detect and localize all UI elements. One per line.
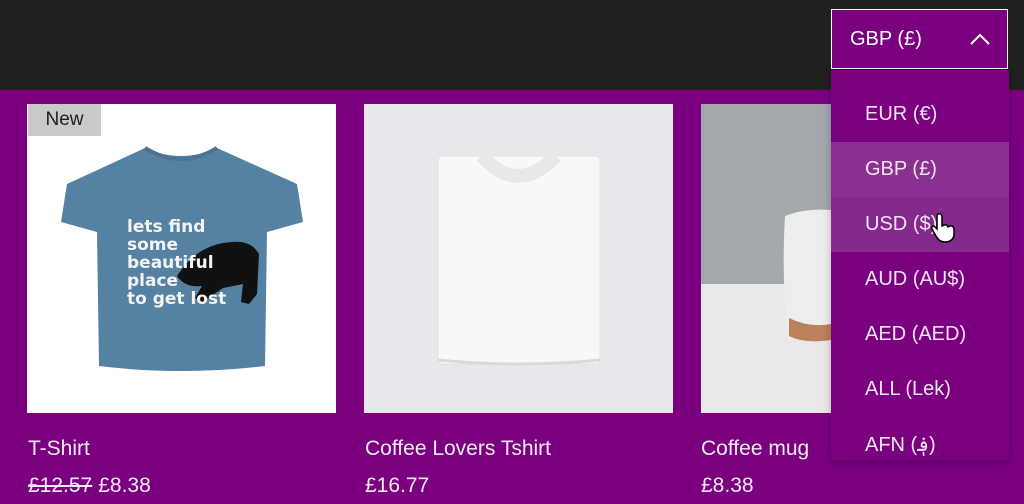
hand-cursor-icon: [931, 213, 955, 243]
folded-tshirt-image: [437, 151, 601, 366]
print-line-5: to get lost: [127, 289, 226, 309]
print-line-3: beautiful: [127, 253, 214, 273]
product-price-tshirt: £12.57 £8.38: [28, 474, 151, 498]
product-title-coffee-mug[interactable]: Coffee mug: [701, 437, 809, 461]
currency-selector-value: GBP (£): [850, 27, 922, 50]
currency-option-eur[interactable]: EUR (€): [831, 87, 1009, 142]
product-image-coffee-mug[interactable]: [701, 104, 831, 413]
print-line-2: some: [127, 235, 178, 255]
product-image-tshirt[interactable]: lets find some beautiful place to get lo…: [27, 104, 336, 413]
sale-price: £8.38: [98, 474, 151, 497]
currency-option-usd[interactable]: USD ($): [831, 197, 1009, 252]
currency-option-aud[interactable]: AUD (AU$): [831, 252, 1009, 307]
product-image-folded-tshirt[interactable]: [364, 104, 673, 413]
product-title-tshirt[interactable]: T-Shirt: [28, 437, 90, 461]
currency-option-gbp[interactable]: GBP (£): [831, 142, 1009, 197]
product-price-coffee-lovers-tshirt: £16.77: [365, 474, 430, 497]
product-price-coffee-mug: £8.38: [701, 474, 754, 497]
currency-option-aed[interactable]: AED (AED): [831, 307, 1009, 362]
product-title-coffee-lovers-tshirt[interactable]: Coffee Lovers Tshirt: [365, 437, 551, 461]
currency-dropdown: EUR (€) GBP (£) USD ($) AUD (AU$) AED (A…: [831, 70, 1009, 460]
currency-option-all[interactable]: ALL (Lek): [831, 362, 1009, 417]
original-price: £12.57: [28, 474, 93, 497]
coffee-mug-image: [701, 104, 831, 413]
print-line-1: lets find: [127, 217, 205, 237]
tshirt-image: lets find some beautiful place to get lo…: [61, 146, 303, 371]
chevron-up-icon: [970, 33, 990, 45]
currency-selector[interactable]: GBP (£): [831, 9, 1008, 69]
currency-option-afn[interactable]: AFN (؋): [831, 417, 1009, 460]
new-badge: New: [28, 104, 101, 136]
print-line-4: place: [127, 271, 178, 291]
